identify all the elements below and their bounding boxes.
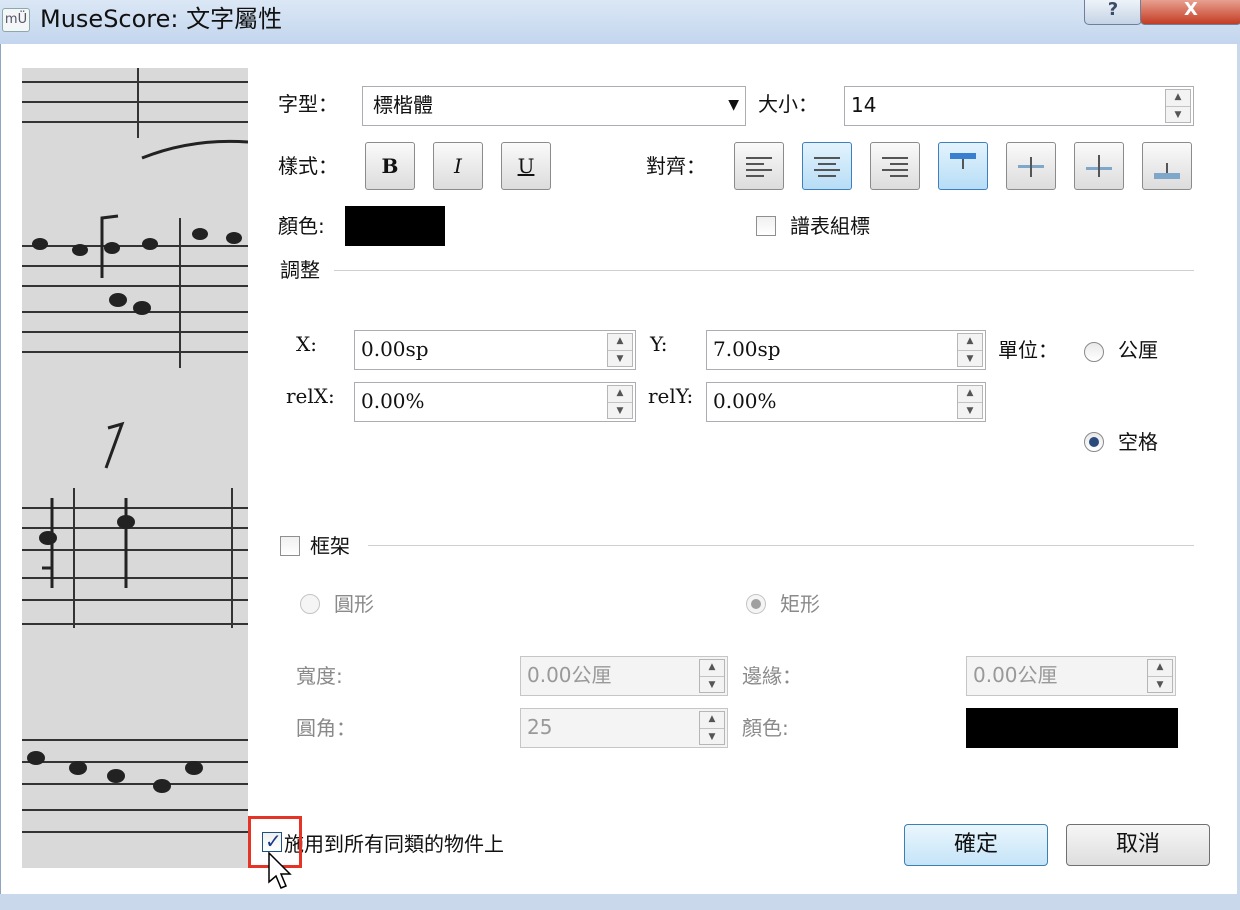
frame-circle-label: 圓形 bbox=[334, 592, 374, 616]
system-flag-checkbox[interactable] bbox=[756, 216, 776, 236]
size-spinbox[interactable]: 14 bbox=[844, 86, 1194, 126]
adjust-group-title: 調整 bbox=[280, 258, 320, 282]
window-bottom-frame bbox=[0, 894, 1240, 910]
frame-box-label: 矩形 bbox=[780, 592, 820, 616]
style-label: 樣式： bbox=[278, 154, 338, 178]
align-center-button[interactable] bbox=[802, 142, 852, 190]
font-label: 字型： bbox=[278, 92, 338, 116]
relx-spinbox[interactable]: 0.00% bbox=[354, 382, 636, 422]
frame-group-title: 框架 bbox=[310, 534, 350, 558]
y-offset-spinbox[interactable]: 7.00sp bbox=[706, 330, 986, 370]
x-label: X: bbox=[296, 332, 317, 356]
align-left-button[interactable] bbox=[734, 142, 784, 190]
frame-group-divider bbox=[368, 545, 1194, 546]
y-label: Y: bbox=[650, 332, 668, 356]
frame-circle-radio[interactable] bbox=[300, 594, 320, 614]
frame-round-spinbox[interactable]: 25 bbox=[520, 708, 728, 748]
align-label: 對齊： bbox=[646, 154, 706, 178]
text-color-swatch[interactable] bbox=[345, 206, 445, 246]
color-label: 顏色: bbox=[278, 214, 325, 238]
unit-label: 單位： bbox=[998, 338, 1058, 362]
unit-space-label: 空格 bbox=[1118, 430, 1158, 454]
frame-round-spin-buttons[interactable] bbox=[699, 711, 725, 745]
frame-width-spin-buttons[interactable] bbox=[699, 659, 725, 693]
font-combo[interactable]: 標楷體 ▼ bbox=[362, 86, 746, 126]
frame-width-label: 寬度: bbox=[296, 664, 343, 688]
x-offset-value: 0.00sp bbox=[361, 337, 429, 361]
x-spin-buttons[interactable] bbox=[607, 333, 633, 367]
text-properties-dialog: mÜ MuseScore: 文字屬性 ? X 字型： 標楷體 ▼ 大小： 14 … bbox=[0, 0, 1240, 910]
size-value: 14 bbox=[851, 93, 877, 117]
frame-margin-spin-buttons[interactable] bbox=[1147, 659, 1173, 693]
x-offset-spinbox[interactable]: 0.00sp bbox=[354, 330, 636, 370]
unit-mm-radio[interactable] bbox=[1084, 342, 1104, 362]
unit-space-radio[interactable] bbox=[1084, 432, 1104, 452]
score-preview-image bbox=[22, 68, 248, 868]
frame-margin-value: 0.00公厘 bbox=[973, 663, 1058, 687]
relx-spin-buttons[interactable] bbox=[607, 385, 633, 419]
frame-width-value: 0.00公厘 bbox=[527, 663, 612, 687]
size-label: 大小： bbox=[758, 92, 818, 116]
frame-color-swatch[interactable] bbox=[966, 708, 1178, 748]
window-title: MuseScore: 文字屬性 bbox=[40, 5, 283, 33]
frame-color-label: 顏色: bbox=[742, 716, 789, 740]
unit-mm-label: 公厘 bbox=[1118, 338, 1158, 362]
relx-label: relX: bbox=[286, 384, 335, 408]
cancel-button[interactable]: 取消 bbox=[1066, 824, 1210, 866]
frame-margin-spinbox[interactable]: 0.00公厘 bbox=[966, 656, 1176, 696]
align-bottom-button[interactable] bbox=[1142, 142, 1192, 190]
adjust-group-divider bbox=[334, 270, 1194, 271]
frame-margin-label: 邊緣： bbox=[742, 664, 802, 688]
rely-value: 0.00% bbox=[713, 389, 777, 413]
help-button[interactable]: ? bbox=[1084, 0, 1142, 25]
font-combo-value: 標楷體 bbox=[373, 93, 433, 117]
close-button[interactable]: X bbox=[1140, 0, 1240, 25]
system-flag-label: 譜表組標 bbox=[790, 214, 870, 238]
frame-round-value: 25 bbox=[527, 715, 553, 739]
italic-button[interactable]: I bbox=[433, 142, 483, 190]
size-spin-buttons[interactable] bbox=[1165, 89, 1191, 123]
y-offset-value: 7.00sp bbox=[713, 337, 781, 361]
align-right-button[interactable] bbox=[870, 142, 920, 190]
dropdown-arrow-icon: ▼ bbox=[728, 97, 739, 113]
frame-checkbox[interactable] bbox=[280, 536, 300, 556]
relx-value: 0.00% bbox=[361, 389, 425, 413]
align-vcenter-button[interactable] bbox=[1006, 142, 1056, 190]
musescore-logo-icon: mÜ bbox=[2, 8, 30, 32]
rely-spinbox[interactable]: 0.00% bbox=[706, 382, 986, 422]
rely-spin-buttons[interactable] bbox=[957, 385, 983, 419]
mouse-cursor-icon bbox=[268, 852, 292, 889]
sheet-music-fragment bbox=[22, 68, 248, 868]
frame-box-radio[interactable] bbox=[746, 594, 766, 614]
rely-label: relY: bbox=[648, 384, 694, 408]
align-top-button[interactable] bbox=[938, 142, 988, 190]
apply-all-label: 施用到所有同類的物件上 bbox=[284, 832, 504, 856]
y-spin-buttons[interactable] bbox=[957, 333, 983, 367]
align-baseline-button[interactable] bbox=[1074, 142, 1124, 190]
underline-button[interactable]: U bbox=[501, 142, 551, 190]
frame-width-spinbox[interactable]: 0.00公厘 bbox=[520, 656, 728, 696]
bold-button[interactable]: B bbox=[365, 142, 415, 190]
title-bar[interactable]: mÜ MuseScore: 文字屬性 ? X bbox=[0, 0, 1240, 44]
frame-round-label: 圓角： bbox=[296, 716, 356, 740]
ok-button[interactable]: 確定 bbox=[904, 824, 1048, 866]
